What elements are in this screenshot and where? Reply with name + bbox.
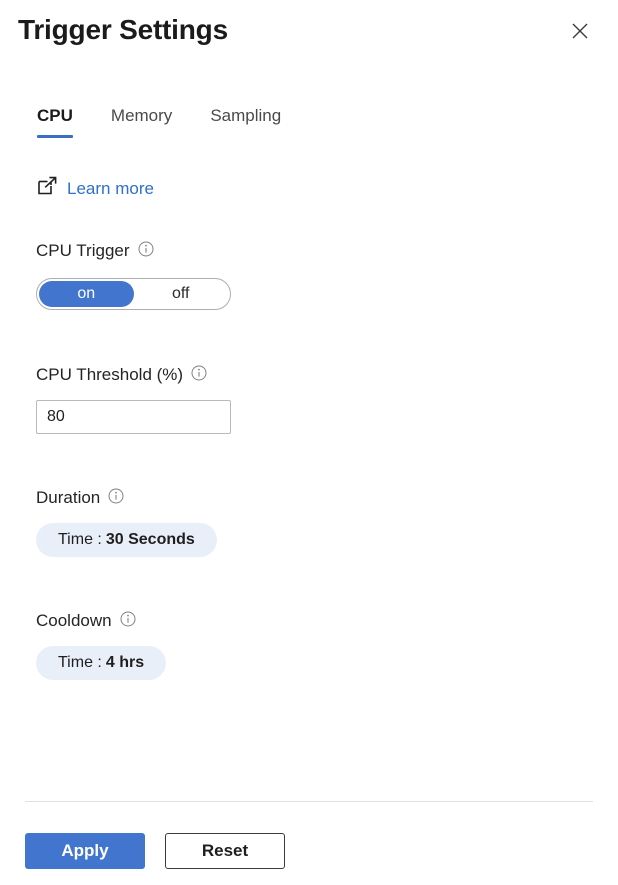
duration-label: Duration xyxy=(36,488,101,507)
tab-bar: CPU Memory Sampling xyxy=(37,104,281,142)
cooldown-pill-value: 4 hrs xyxy=(105,654,145,671)
tab-cpu[interactable]: CPU xyxy=(37,104,73,142)
cooldown-label-row: Cooldown xyxy=(36,610,166,632)
close-icon xyxy=(570,21,590,41)
cpu-trigger-label-row: CPU Trigger xyxy=(36,240,231,262)
footer-actions: Apply Reset xyxy=(25,833,285,869)
page-title: Trigger Settings xyxy=(18,14,228,45)
cooldown-pill-key: Time : xyxy=(58,654,102,671)
tab-memory-label: Memory xyxy=(110,106,173,125)
info-icon[interactable] xyxy=(108,488,124,509)
field-cpu-threshold: CPU Threshold (%) xyxy=(36,364,231,434)
tab-cpu-label: CPU xyxy=(37,106,73,125)
tab-sampling[interactable]: Sampling xyxy=(210,104,281,142)
cooldown-label: Cooldown xyxy=(36,611,112,630)
close-button[interactable] xyxy=(564,15,596,47)
cpu-trigger-toggle[interactable]: on off xyxy=(36,278,231,310)
external-link-icon xyxy=(36,175,58,202)
field-cpu-trigger: CPU Trigger on off xyxy=(36,240,231,310)
trigger-settings-panel: Trigger Settings CPU Memory Sampling Lea… xyxy=(0,0,618,885)
panel-header: Trigger Settings xyxy=(0,0,618,70)
reset-button[interactable]: Reset xyxy=(165,833,285,869)
apply-button[interactable]: Apply xyxy=(25,833,145,869)
info-icon[interactable] xyxy=(191,365,207,386)
info-icon[interactable] xyxy=(138,241,154,262)
duration-label-row: Duration xyxy=(36,487,217,509)
duration-value-pill[interactable]: Time : 30 Seconds xyxy=(36,523,217,557)
duration-pill-value: 30 Seconds xyxy=(105,531,195,548)
duration-pill-key: Time : xyxy=(58,531,102,548)
field-cooldown: Cooldown Time : 4 hrs xyxy=(36,610,167,680)
field-duration: Duration Time : 30 Seconds xyxy=(36,487,217,557)
tab-memory[interactable]: Memory xyxy=(111,104,172,142)
cpu-trigger-option-off[interactable]: off xyxy=(134,281,229,307)
cpu-threshold-label-row: CPU Threshold (%) xyxy=(36,364,231,386)
cpu-threshold-input[interactable] xyxy=(36,400,231,434)
info-icon[interactable] xyxy=(120,611,136,632)
cpu-threshold-label: CPU Threshold (%) xyxy=(36,365,184,384)
cooldown-value-pill[interactable]: Time : 4 hrs xyxy=(36,646,167,680)
cpu-trigger-option-on[interactable]: on xyxy=(39,281,134,307)
learn-more-link[interactable]: Learn more xyxy=(36,175,154,202)
learn-more-label: Learn more xyxy=(67,178,154,198)
cpu-trigger-option-off-label: off xyxy=(172,285,190,302)
footer-divider xyxy=(25,801,593,802)
cpu-trigger-label: CPU Trigger xyxy=(36,241,130,260)
cpu-trigger-option-on-label: on xyxy=(77,285,96,302)
tab-sampling-label: Sampling xyxy=(210,106,282,125)
